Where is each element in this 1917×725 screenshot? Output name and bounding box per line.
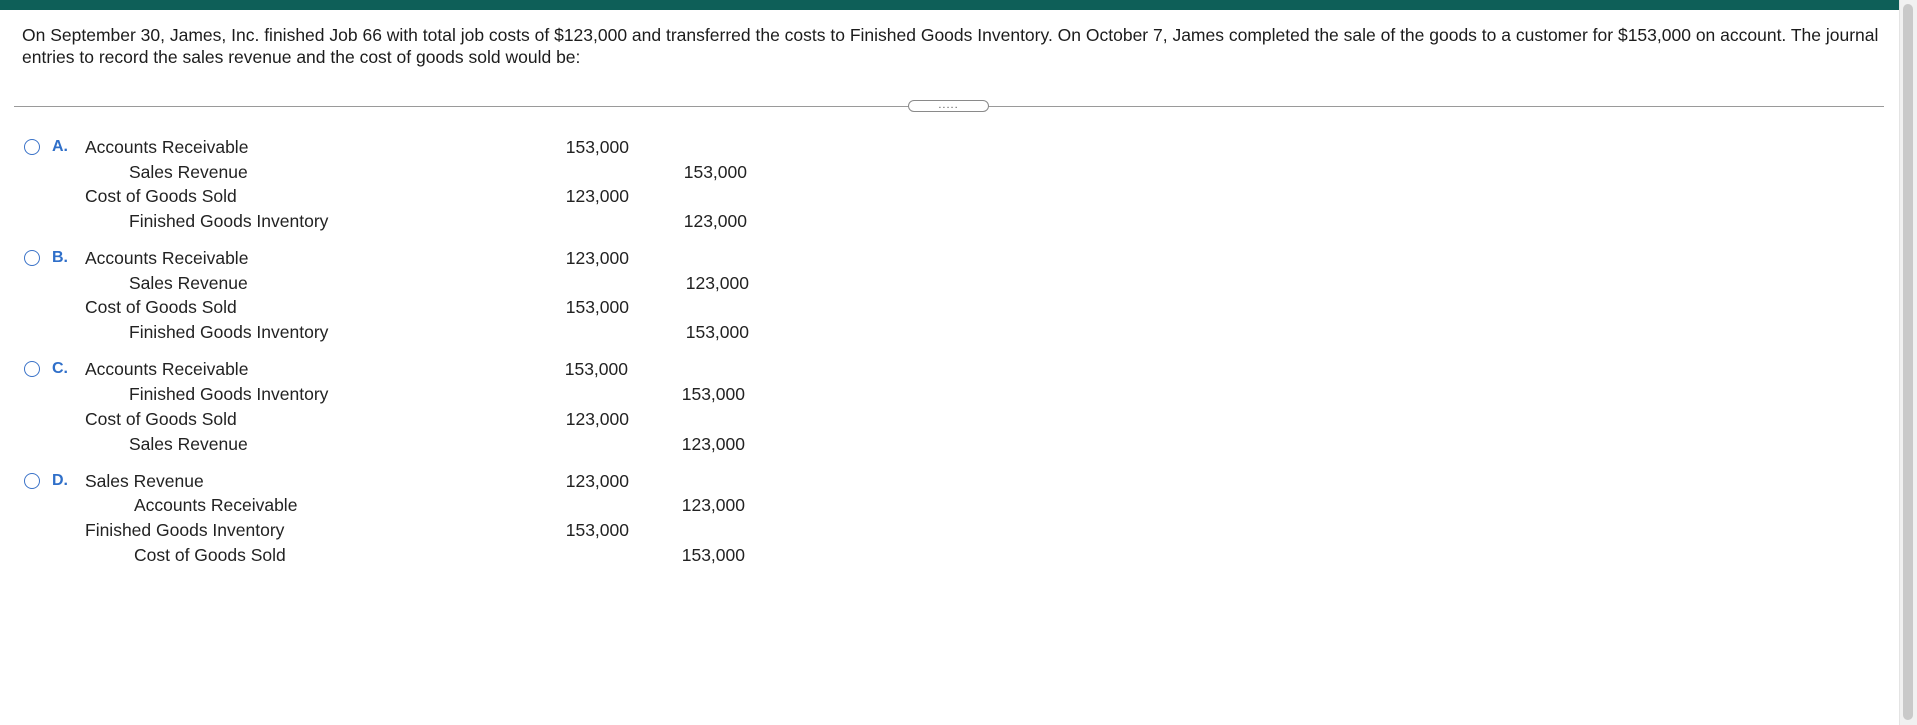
account-name: Accounts Receivable — [85, 359, 249, 379]
top-banner — [0, 0, 1917, 10]
answer-option-b[interactable]: B. Accounts Receivable 123,000 Sales Rev… — [22, 247, 782, 347]
debit-amount: 123,000 — [565, 186, 629, 206]
account-name: Accounts Receivable — [134, 495, 298, 515]
credit-amount: 153,000 — [681, 384, 745, 404]
account-name: Accounts Receivable — [85, 137, 249, 157]
journal-row: Finished Goods Inventory 153,000 — [22, 320, 782, 344]
credit-amount: 153,000 — [683, 162, 747, 182]
journal-row: Sales Revenue 123,000 — [22, 271, 782, 295]
account-name: Cost of Goods Sold — [85, 409, 237, 429]
debit-amount: 153,000 — [565, 297, 629, 317]
account-name: Cost of Goods Sold — [85, 297, 237, 317]
journal-row: Cost of Goods Sold 123,000 — [22, 407, 782, 431]
pane-splitter-handle[interactable]: ..... — [908, 100, 989, 112]
journal-row: Finished Goods Inventory 153,000 — [22, 518, 782, 542]
journal-row: Accounts Receivable 123,000 — [22, 246, 782, 270]
account-name: Finished Goods Inventory — [129, 211, 329, 231]
question-text: On September 30, James, Inc. finished Jo… — [22, 25, 1879, 67]
account-name: Sales Revenue — [129, 273, 248, 293]
answer-option-a[interactable]: A. Accounts Receivable 153,000 Sales Rev… — [22, 136, 782, 236]
scrollbar-thumb[interactable] — [1903, 4, 1913, 720]
answer-option-d[interactable]: D. Sales Revenue 123,000 Accounts Receiv… — [22, 470, 782, 570]
credit-amount: 153,000 — [685, 322, 749, 342]
account-name: Cost of Goods Sold — [85, 186, 237, 206]
journal-row: Cost of Goods Sold 153,000 — [22, 295, 782, 319]
credit-amount: 123,000 — [681, 434, 745, 454]
account-name: Sales Revenue — [129, 162, 248, 182]
journal-row: Sales Revenue 123,000 — [22, 432, 782, 456]
account-name: Sales Revenue — [129, 434, 248, 454]
journal-row: Sales Revenue 123,000 — [22, 469, 782, 493]
credit-amount: 123,000 — [681, 495, 745, 515]
journal-row: Finished Goods Inventory 153,000 — [22, 382, 782, 406]
answer-option-c[interactable]: C. Accounts Receivable 153,000 Finished … — [22, 358, 782, 458]
journal-row: Accounts Receivable 123,000 — [22, 493, 782, 517]
journal-row: Cost of Goods Sold 123,000 — [22, 184, 782, 208]
debit-amount: 153,000 — [564, 359, 628, 379]
journal-row: Finished Goods Inventory 123,000 — [22, 209, 782, 233]
journal-row: Sales Revenue 153,000 — [22, 160, 782, 184]
account-name: Cost of Goods Sold — [134, 545, 286, 565]
debit-amount: 153,000 — [565, 520, 629, 540]
journal-row: Accounts Receivable 153,000 — [22, 357, 782, 381]
credit-amount: 153,000 — [681, 545, 745, 565]
credit-amount: 123,000 — [685, 273, 749, 293]
vertical-scrollbar[interactable] — [1899, 0, 1917, 725]
journal-row: Cost of Goods Sold 153,000 — [22, 543, 782, 567]
debit-amount: 153,000 — [565, 137, 629, 157]
account-name: Accounts Receivable — [85, 248, 249, 268]
account-name: Finished Goods Inventory — [85, 520, 285, 540]
account-name: Finished Goods Inventory — [129, 322, 329, 342]
account-name: Sales Revenue — [85, 471, 204, 491]
account-name: Finished Goods Inventory — [129, 384, 329, 404]
debit-amount: 123,000 — [565, 248, 629, 268]
debit-amount: 123,000 — [565, 409, 629, 429]
credit-amount: 123,000 — [683, 211, 747, 231]
journal-row: Accounts Receivable 153,000 — [22, 135, 782, 159]
debit-amount: 123,000 — [565, 471, 629, 491]
